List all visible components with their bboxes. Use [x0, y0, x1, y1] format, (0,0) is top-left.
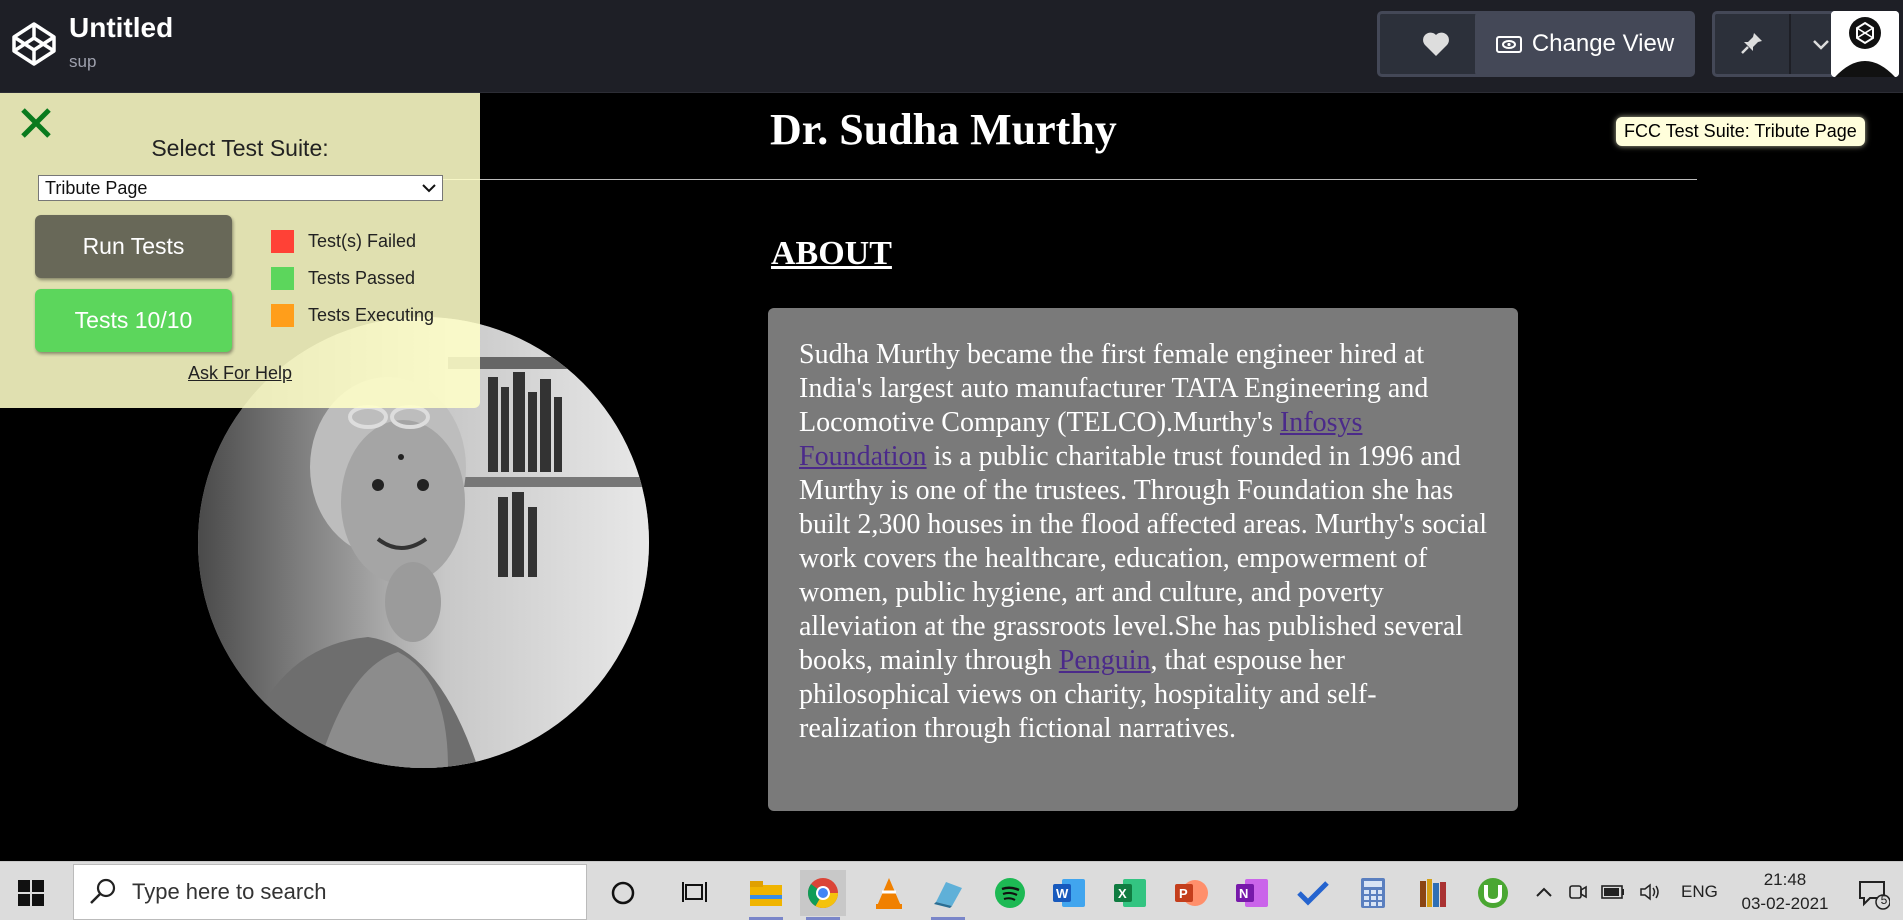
- vlc-icon[interactable]: [866, 870, 912, 916]
- pen-title[interactable]: Untitled: [69, 12, 173, 44]
- taskbar-clock[interactable]: 21:48 03-02-2021: [1730, 868, 1840, 916]
- codepen-logo-icon[interactable]: [10, 20, 58, 68]
- legend-label-executing: Tests Executing: [308, 305, 435, 325]
- calculator-icon[interactable]: [1350, 870, 1396, 916]
- legend-swatch-failed: [271, 230, 294, 253]
- user-avatar[interactable]: [1831, 11, 1899, 77]
- windows-taskbar: Type here to search W X P N ENG 21:48 03…: [0, 861, 1903, 920]
- about-heading: ABOUT: [771, 235, 892, 272]
- change-view-label: Change View: [1531, 30, 1675, 57]
- file-explorer-icon[interactable]: [743, 870, 789, 920]
- notepad-icon[interactable]: [925, 870, 971, 920]
- legend-failed: Test(s) Failed: [271, 230, 416, 253]
- legend-label-failed: Test(s) Failed: [308, 231, 417, 251]
- pin-icon: [1741, 33, 1762, 54]
- svg-text:X: X: [1118, 886, 1127, 901]
- utorrent-icon[interactable]: [1470, 870, 1516, 916]
- run-tests-button[interactable]: Run Tests: [35, 215, 232, 278]
- change-view-button[interactable]: Change View: [1475, 11, 1695, 77]
- heart-icon: [1422, 32, 1449, 56]
- volume-icon[interactable]: [1639, 882, 1661, 902]
- about-text-part-2: is a public charitable trust founded in …: [799, 441, 1488, 676]
- pin-button[interactable]: [1715, 14, 1791, 74]
- codepen-header: Untitled sup Change View: [0, 0, 1903, 93]
- test-suite-select[interactable]: Tribute Page: [38, 175, 443, 201]
- task-view-icon[interactable]: [672, 870, 718, 916]
- ask-for-help-link[interactable]: Ask For Help: [0, 363, 480, 384]
- search-icon: [90, 878, 116, 904]
- svg-text:N: N: [1239, 886, 1248, 901]
- divider: [400, 179, 1697, 180]
- avatar-image: [1831, 11, 1899, 77]
- svg-text:W: W: [1056, 886, 1069, 901]
- language-indicator[interactable]: ENG: [1681, 882, 1718, 902]
- page-title: Dr. Sudha Murthy: [770, 105, 1117, 154]
- chevron-down-icon: [1813, 40, 1829, 50]
- notification-count: 5: [1880, 893, 1888, 907]
- about-text-box: Sudha Murthy became the first female eng…: [768, 308, 1518, 811]
- windows-start-icon[interactable]: [18, 880, 44, 906]
- fcc-test-suite-badge[interactable]: FCC Test Suite: Tribute Page: [1616, 117, 1865, 146]
- pen-author[interactable]: sup: [69, 52, 96, 72]
- system-tray: ENG: [1535, 862, 1718, 920]
- legend-swatch-passed: [271, 267, 294, 290]
- tests-result-button[interactable]: Tests 10/10: [35, 289, 232, 352]
- select-suite-label: Select Test Suite:: [151, 135, 329, 161]
- chevron-down-icon: [422, 184, 436, 193]
- powerpoint-icon[interactable]: P: [1168, 870, 1214, 916]
- search-placeholder: Type here to search: [132, 879, 327, 904]
- eye-icon: [1495, 36, 1522, 53]
- notifications-icon[interactable]: 5: [1850, 870, 1896, 916]
- chevron-up-icon[interactable]: [1535, 886, 1553, 898]
- books-icon[interactable]: [1410, 870, 1456, 916]
- onenote-icon[interactable]: N: [1229, 870, 1275, 916]
- fcc-test-panel: Select Test Suite: Tribute Page Run Test…: [0, 93, 480, 408]
- spotify-icon[interactable]: [987, 870, 1033, 916]
- clock-date: 03-02-2021: [1741, 894, 1829, 913]
- legend-passed: Tests Passed: [271, 267, 415, 290]
- clock-time: 21:48: [1763, 870, 1807, 889]
- legend-label-passed: Tests Passed: [308, 268, 416, 288]
- legend-executing: Tests Executing: [271, 304, 434, 327]
- selected-suite: Tribute Page: [45, 177, 148, 198]
- taskbar-search-box[interactable]: Type here to search: [73, 864, 587, 920]
- legend-swatch-executing: [271, 304, 294, 327]
- svg-text:P: P: [1179, 886, 1188, 901]
- word-icon[interactable]: W: [1046, 870, 1092, 916]
- todo-icon[interactable]: [1290, 870, 1336, 916]
- excel-icon[interactable]: X: [1107, 870, 1153, 916]
- meet-now-icon[interactable]: [1567, 882, 1587, 902]
- chrome-icon[interactable]: [800, 870, 846, 920]
- cortana-icon[interactable]: [600, 870, 646, 916]
- battery-icon[interactable]: [1601, 884, 1625, 899]
- penguin-link[interactable]: Penguin: [1059, 645, 1151, 676]
